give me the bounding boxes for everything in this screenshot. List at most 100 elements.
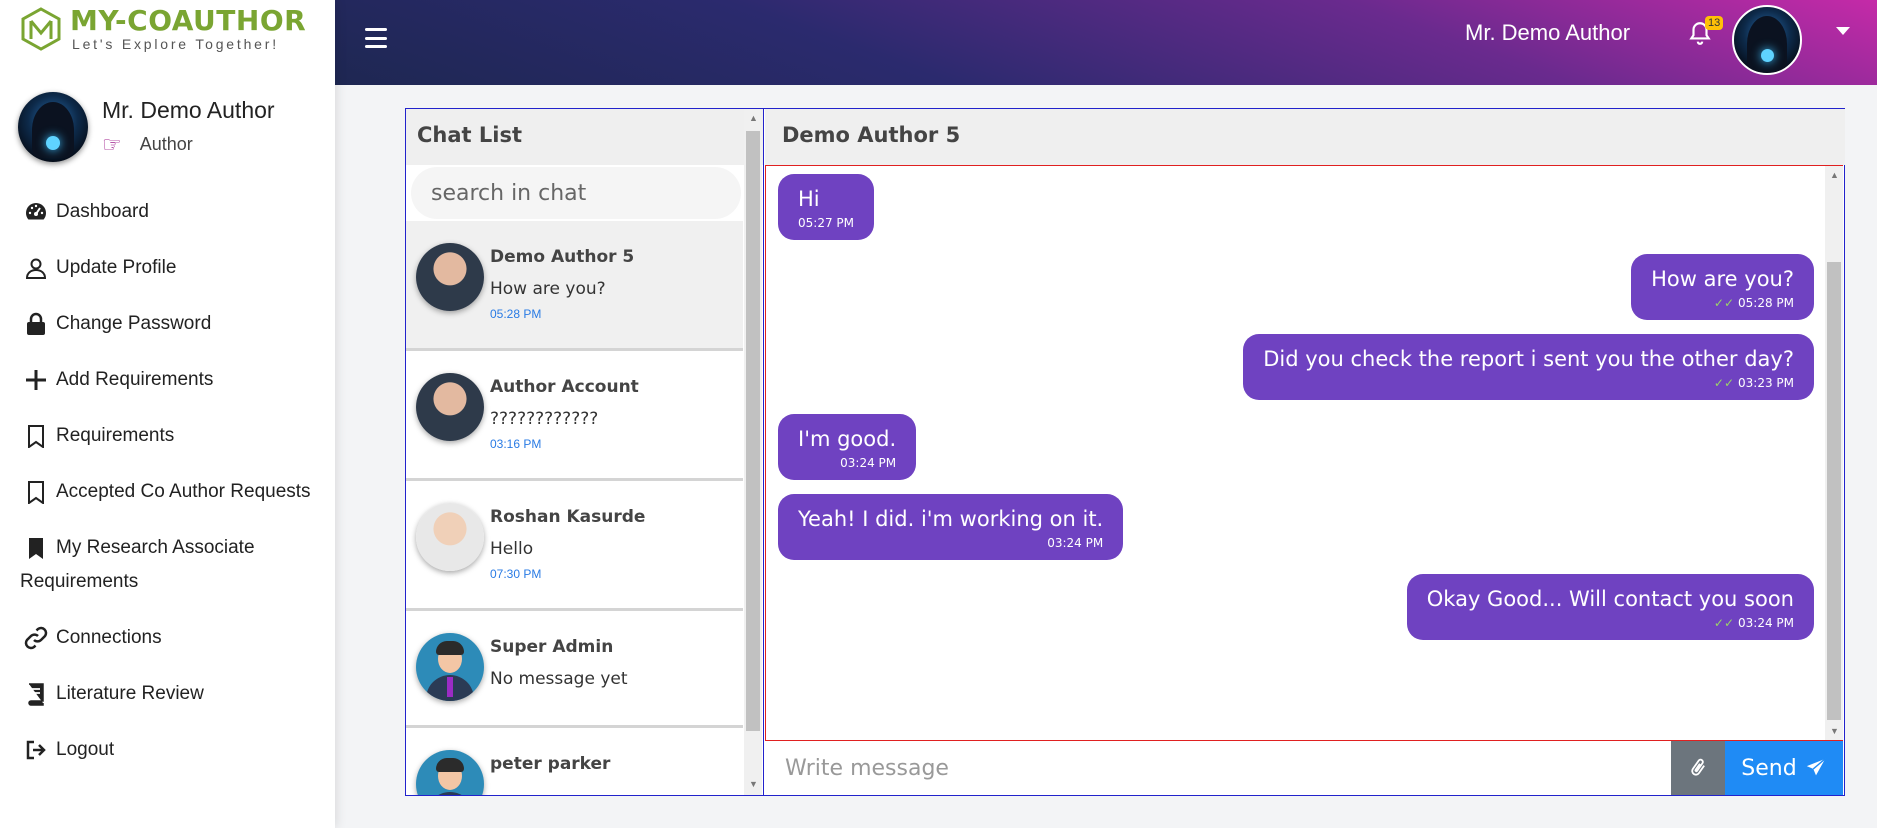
bookmark-icon <box>24 419 56 453</box>
contact-name: Demo Author 5 <box>490 247 635 267</box>
hand-pointer-icon: ☞ <box>102 131 122 157</box>
avatar <box>416 750 484 795</box>
sidebar-item-label: Update Profile <box>56 257 177 278</box>
message-text: Hi <box>798 187 820 211</box>
contact-time: 05:28 PM <box>490 307 542 321</box>
message-time: 03:23 PM <box>1738 376 1794 390</box>
send-button[interactable]: Send <box>1725 741 1843 795</box>
sidebar: MY-COAUTHOR Let's Explore Together! Mr. … <box>0 0 335 828</box>
sidebar-item-label: Requirements <box>56 425 175 446</box>
message-incoming: I'm good. 03:24 PM <box>778 414 917 480</box>
profile-name: Mr. Demo Author <box>102 96 275 123</box>
message-text: Did you check the report i sent you the … <box>1263 347 1794 371</box>
message-time: 05:28 PM <box>1738 296 1794 310</box>
contact-list: Demo Author 5 How are you? 05:28 PM Auth… <box>406 221 743 795</box>
contact-time: 03:16 PM <box>490 437 542 451</box>
sidebar-item-add-requirements[interactable]: Add Requirements <box>24 363 324 397</box>
conversation-title: Demo Author 5 <box>765 109 1845 165</box>
paperclip-icon <box>1691 758 1705 776</box>
message-text: How are you? <box>1651 267 1794 291</box>
list-item[interactable]: Author Account ???????????? 03:16 PM <box>406 351 743 481</box>
chat-list-scrollbar[interactable]: ▲ ▼ <box>744 109 762 795</box>
message-incoming: Hi 05:27 PM <box>778 174 874 240</box>
scrollbar-thumb[interactable] <box>746 131 760 731</box>
topbar-user-name[interactable]: Mr. Demo Author <box>1465 20 1630 46</box>
chat-search <box>411 167 741 219</box>
scroll-up-icon[interactable]: ▲ <box>749 113 758 123</box>
message-text: Yeah! I did. i'm working on it. <box>798 507 1104 531</box>
avatar[interactable] <box>18 92 88 162</box>
sidebar-item-accepted-requests[interactable]: Accepted Co Author Requests <box>20 475 324 509</box>
scroll-down-icon[interactable]: ▼ <box>1830 726 1839 736</box>
double-check-icon: ✓✓ <box>1713 296 1734 310</box>
message-time: 05:27 PM <box>798 216 854 230</box>
book-icon <box>24 677 56 711</box>
sidebar-item-update-profile[interactable]: Update Profile <box>24 251 324 285</box>
brand-logo[interactable]: MY-COAUTHOR Let's Explore Together! <box>18 6 306 52</box>
plus-icon <box>24 363 56 397</box>
list-item[interactable]: Roshan Kasurde Hello 07:30 PM <box>406 481 743 611</box>
double-check-icon: ✓✓ <box>1713 616 1734 630</box>
chat-list-title: Chat List <box>406 109 763 165</box>
speedometer-icon <box>24 195 56 229</box>
search-input[interactable] <box>431 180 721 206</box>
message-scrollbar[interactable]: ▲ ▼ <box>1825 166 1843 740</box>
avatar <box>416 243 484 311</box>
sidebar-item-label: My Research Associate Requirements <box>20 537 255 593</box>
message-input[interactable] <box>765 741 1671 795</box>
message-outgoing: Okay Good... Will contact you soon ✓✓ 03:… <box>1406 574 1814 640</box>
sidebar-profile: Mr. Demo Author ☞ Author <box>18 92 275 162</box>
contact-time: 07:30 PM <box>490 567 542 581</box>
sidebar-item-requirements[interactable]: Requirements <box>24 419 324 453</box>
contact-name: Author Account <box>490 377 639 397</box>
sidebar-item-label: Literature Review <box>56 683 204 705</box>
contact-name: peter parker <box>490 754 611 774</box>
chat-list: Chat List Demo Author 5 How are you? 05:… <box>406 109 764 795</box>
message-outgoing: Did you check the report i sent you the … <box>1243 334 1814 400</box>
scroll-up-icon[interactable]: ▲ <box>1830 170 1839 180</box>
message-text: Okay Good... Will contact you soon <box>1426 587 1794 611</box>
profile-role: ☞ Author <box>102 132 275 158</box>
sidebar-item-label: Change Password <box>56 313 212 334</box>
sidebar-item-change-password[interactable]: Change Password <box>24 307 324 341</box>
notification-badge: 13 <box>1705 16 1724 30</box>
sidebar-item-label: Accepted Co Author Requests <box>56 481 311 503</box>
chevron-down-icon[interactable] <box>1836 27 1850 35</box>
logo-icon <box>21 7 61 51</box>
bookmark-icon <box>24 475 56 509</box>
bookmark-filled-icon <box>24 531 56 565</box>
sidebar-item-label: Add Requirements <box>56 369 214 390</box>
user-icon <box>24 251 56 285</box>
scrollbar-thumb[interactable] <box>1827 262 1841 720</box>
send-label: Send <box>1741 755 1797 781</box>
sidebar-item-label: Connections <box>56 627 162 649</box>
list-item[interactable]: Demo Author 5 How are you? 05:28 PM <box>406 221 743 351</box>
sidebar-item-research-associate[interactable]: My Research Associate Requirements <box>20 531 324 599</box>
link-icon <box>24 621 56 655</box>
list-item[interactable]: Super Admin No message yet <box>406 611 743 728</box>
hamburger-menu-icon[interactable] <box>365 28 387 48</box>
sidebar-item-label: Logout <box>56 739 115 761</box>
contact-last-message: ???????????? <box>490 409 599 429</box>
message-time: 03:24 PM <box>1738 616 1794 630</box>
avatar <box>416 503 484 571</box>
brand-tagline: Let's Explore Together! <box>72 36 279 52</box>
scroll-down-icon[interactable]: ▼ <box>749 779 758 789</box>
sidebar-item-dashboard[interactable]: Dashboard <box>24 195 324 229</box>
chat-panel: Chat List Demo Author 5 How are you? 05:… <box>405 108 1845 796</box>
avatar[interactable] <box>1732 5 1802 75</box>
message-text: I'm good. <box>798 427 897 451</box>
lock-icon <box>24 307 56 341</box>
sidebar-item-logout[interactable]: Logout <box>24 733 324 767</box>
brand-name: MY-COAUTHOR <box>70 4 307 37</box>
message-outgoing: How are you? ✓✓ 05:28 PM <box>1631 254 1814 320</box>
contact-name: Super Admin <box>490 637 614 657</box>
avatar <box>416 633 484 701</box>
conversation-panel: Demo Author 5 Hi 05:27 PM How are you? ✓… <box>765 109 1845 795</box>
sidebar-item-connections[interactable]: Connections <box>24 621 324 655</box>
sidebar-item-literature-review[interactable]: Literature Review <box>24 677 324 711</box>
sidebar-nav: Dashboard Update Profile Change Password… <box>20 195 324 789</box>
list-item[interactable]: peter parker <box>406 728 743 795</box>
contact-name: Roshan Kasurde <box>490 507 646 527</box>
attach-button[interactable] <box>1671 741 1725 795</box>
